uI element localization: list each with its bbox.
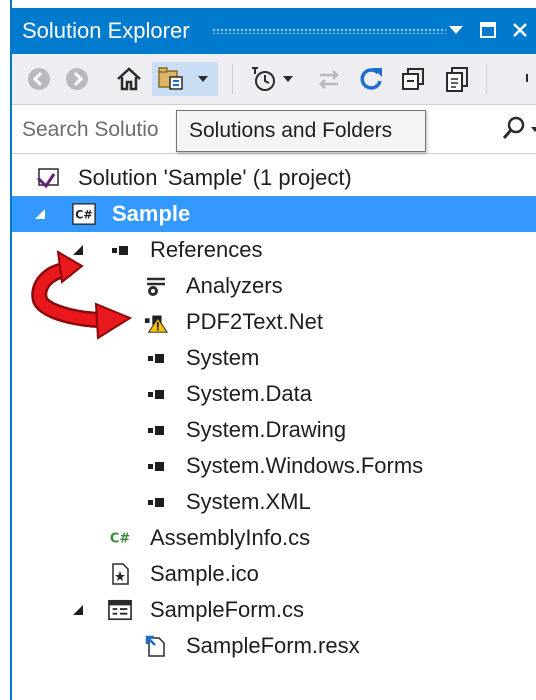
tree-item-reference[interactable]: System.Data <box>12 376 536 412</box>
tree-item-file[interactable]: Sample.ico <box>12 556 536 592</box>
home-icon[interactable] <box>112 62 146 96</box>
resx-file-icon <box>144 634 168 658</box>
toolbar-separator <box>486 64 487 94</box>
tree-item-label: Sample <box>112 201 191 226</box>
tree-item-label: Solution 'Sample' (1 project) <box>78 165 352 190</box>
tree-item-label: System.Drawing <box>186 417 347 442</box>
tree-item-label: SampleForm.resx <box>186 633 360 658</box>
tree-item-label: References <box>150 237 263 262</box>
icon-file-icon <box>108 562 132 586</box>
dropdown-icon[interactable] <box>188 62 218 96</box>
tree-item-solution[interactable]: Solution 'Sample' (1 project) <box>12 160 536 196</box>
tree-item-label: System <box>186 345 260 370</box>
csharp-project-icon: C# <box>72 202 96 226</box>
tree-item-label: System.XML <box>186 489 311 514</box>
tree-item-reference[interactable]: System.Windows.Forms <box>12 448 536 484</box>
show-all-files-icon[interactable] <box>440 62 474 96</box>
reference-icon <box>144 382 168 406</box>
solution-icon <box>36 166 60 190</box>
solutions-folders-icon[interactable] <box>152 62 188 96</box>
tree-item-form[interactable]: SampleForm.cs <box>12 592 536 628</box>
tree-item-label: AssemblyInfo.cs <box>150 525 311 550</box>
tree-item-label: System.Data <box>186 381 312 406</box>
csharp-file-icon: C# <box>108 526 132 550</box>
drag-grip[interactable] <box>212 28 446 34</box>
reference-icon <box>144 418 168 442</box>
window-position-dropdown-icon[interactable] <box>442 16 470 44</box>
solution-explorer-window: Solution Explorer Search Solutio Solutio… <box>0 0 536 700</box>
window-title: Solution Explorer <box>22 18 190 43</box>
close-icon[interactable] <box>506 16 534 44</box>
pending-changes-icon[interactable] <box>246 62 280 96</box>
form-icon <box>108 598 132 622</box>
tree-item-label: SampleForm.cs <box>150 597 305 622</box>
reference-icon <box>144 454 168 478</box>
sync-icon[interactable] <box>312 62 346 96</box>
titlebar: Solution Explorer <box>12 8 536 54</box>
tree-item-file[interactable]: SampleForm.resx <box>12 628 536 664</box>
reference-icon <box>144 346 168 370</box>
toolbar <box>12 54 536 104</box>
tree-item-label: Sample.ico <box>150 561 259 586</box>
svg-text:C#: C# <box>110 532 130 547</box>
tree-item-file[interactable]: C# AssemblyInfo.cs <box>12 520 536 556</box>
tree-item-reference[interactable]: System.Drawing <box>12 412 536 448</box>
forward-icon[interactable] <box>60 62 94 96</box>
refresh-icon[interactable] <box>354 62 388 96</box>
maximize-icon[interactable] <box>474 16 502 44</box>
expanded-arrow-icon[interactable] <box>68 592 88 628</box>
toolbar-overflow-icon[interactable] <box>520 62 534 96</box>
pending-changes-dropdown-icon[interactable] <box>278 62 298 96</box>
tree-item-reference[interactable]: System.XML <box>12 484 536 520</box>
toolbar-separator <box>232 64 233 94</box>
tooltip: Solutions and Folders <box>176 110 426 152</box>
tree-item-project[interactable]: C# Sample <box>12 196 536 232</box>
search-icon[interactable] <box>500 115 536 143</box>
svg-text:C#: C# <box>75 209 92 222</box>
back-icon[interactable] <box>22 62 56 96</box>
collapse-all-icon[interactable] <box>396 62 430 96</box>
expanded-arrow-icon[interactable] <box>30 196 50 232</box>
annotation-arrow-icon <box>31 250 133 340</box>
reference-icon <box>144 490 168 514</box>
tree-item-label: Analyzers <box>186 273 283 298</box>
tree-item-label: System.Windows.Forms <box>186 453 424 478</box>
tree-item-label: PDF2Text.Net <box>186 309 323 334</box>
